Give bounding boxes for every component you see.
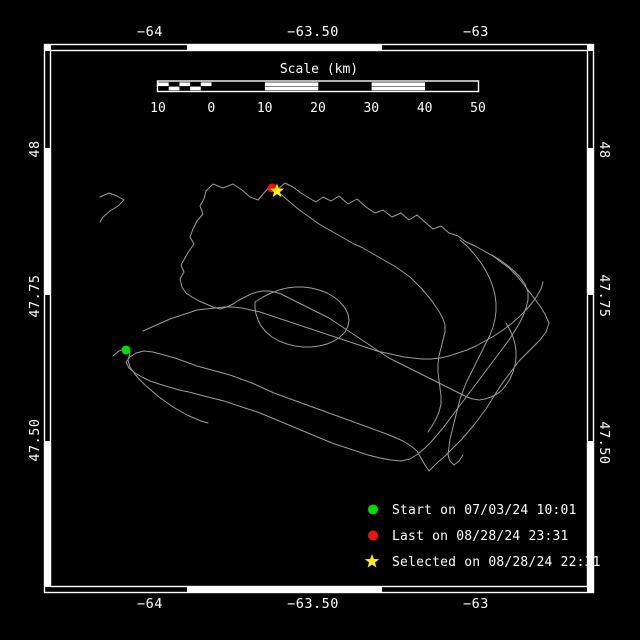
scale-bar-title: Scale (km) <box>280 62 358 77</box>
zebra-right-1 <box>587 148 594 295</box>
zebra-left-2 <box>44 441 51 587</box>
track-map-canvas: −64 −63.50 −63 −64 −63.50 −63 48 47.75 4… <box>27 24 612 612</box>
right-axis-label: 47.75 <box>596 274 612 317</box>
scale-cell <box>371 86 425 91</box>
scale-tick-label: 0 <box>207 101 215 116</box>
right-axis-label: 48 <box>596 141 612 158</box>
map-markers <box>121 183 285 355</box>
bottom-axis-label: −63.50 <box>287 596 339 612</box>
track-segment <box>99 192 125 223</box>
top-axis-label: −63.50 <box>287 24 339 40</box>
track-segment <box>142 281 544 360</box>
zebra-corner-br <box>587 586 594 593</box>
legend: Start on 07/03/24 10:01 Last on 08/28/24… <box>364 503 601 570</box>
track-segment <box>125 182 550 472</box>
left-axis-label: 47.50 <box>27 418 43 461</box>
zebra-corner-tl <box>44 44 51 51</box>
track-lines <box>99 182 550 472</box>
scale-tick-label: 10 <box>257 101 273 116</box>
scale-cell <box>200 82 212 87</box>
scale-tick-label: 20 <box>310 101 326 116</box>
left-axis-label: 48 <box>27 140 43 157</box>
right-axis-label: 47.50 <box>596 421 612 464</box>
scale-bar: Scale (km) 10 0 10 20 30 40 50 <box>150 62 486 116</box>
scale-tick-label: 30 <box>363 101 379 116</box>
left-axis-label: 47.75 <box>27 274 43 317</box>
legend-last-dot <box>368 530 378 541</box>
start-marker-dot <box>121 345 131 355</box>
scale-cell <box>190 86 201 91</box>
scale-cell <box>168 86 180 91</box>
scale-cell <box>179 82 191 87</box>
scale-tick-label: 50 <box>470 101 486 116</box>
zebra-top <box>187 44 382 51</box>
scale-tick-label: 40 <box>417 101 433 116</box>
scale-cell <box>264 82 319 87</box>
track-segment <box>276 190 446 433</box>
map-plot-window: −64 −63.50 −63 −64 −63.50 −63 48 47.75 4… <box>0 0 640 640</box>
bottom-axis-label: −63 <box>463 596 489 612</box>
top-axis-label: −63 <box>463 24 489 40</box>
top-axis-label: −64 <box>137 24 163 40</box>
scale-tick-label: 10 <box>150 101 166 116</box>
track-segment <box>179 190 517 401</box>
legend-start-label: Start on 07/03/24 10:01 <box>392 503 577 518</box>
legend-selected-star <box>364 553 380 568</box>
legend-last-label: Last on 08/28/24 23:31 <box>392 529 569 544</box>
scale-cell <box>158 82 169 87</box>
legend-selected-label: Selected on 08/28/24 22:31 <box>392 555 601 570</box>
zebra-left-1 <box>44 148 51 295</box>
bottom-axis-label: −64 <box>137 596 163 612</box>
zebra-bottom <box>187 586 382 593</box>
scale-cell <box>371 82 425 87</box>
track-segment <box>447 239 497 466</box>
legend-start-dot <box>368 504 378 515</box>
scale-cell <box>264 86 319 91</box>
zebra-corner-tr <box>587 44 594 51</box>
track-segment <box>254 286 350 348</box>
